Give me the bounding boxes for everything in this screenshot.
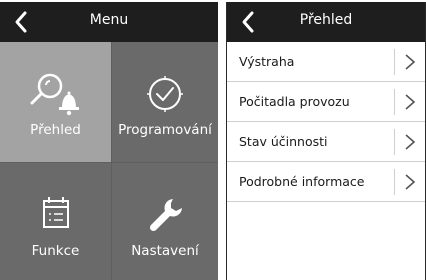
list-item-label: Stav účinnosti: [239, 134, 328, 149]
list-item-label: Podrobné informace: [239, 174, 365, 189]
calendar-list-icon: [42, 197, 69, 228]
tile-label: Přehled: [30, 122, 81, 138]
divider: [394, 169, 395, 195]
menu-header: Menu: [0, 2, 218, 42]
list-item-vystraha[interactable]: Výstraha: [227, 42, 425, 82]
clock-check-icon: [147, 76, 183, 112]
divider: [394, 129, 395, 155]
chevron-right-icon: [405, 94, 416, 110]
menu-title: Menu: [89, 12, 129, 28]
chevron-right-icon: [405, 54, 416, 70]
search-bell-icon: [30, 73, 79, 116]
list-item-label: Počitadla provozu: [239, 94, 350, 109]
list-item-podrobne-informace[interactable]: Podrobné informace: [227, 162, 425, 202]
tile-label: Programování: [118, 122, 212, 138]
chevron-right-icon: [405, 174, 416, 190]
chevron-right-icon: [405, 134, 416, 150]
menu-screen: Menu Přehled Programování Funkce Nastave…: [0, 2, 218, 280]
list-item-pocitadla[interactable]: Počitadla provozu: [227, 82, 425, 122]
tile-funkce[interactable]: Funkce: [0, 163, 111, 280]
prehled-header: Přehled: [227, 2, 425, 42]
prehled-list: Výstraha Počitadla provozu Stav účinnost…: [227, 42, 425, 202]
divider: [394, 49, 395, 75]
tile-label: Nastavení: [131, 243, 199, 259]
list-item-label: Výstraha: [239, 54, 295, 69]
prehled-screen: Přehled Výstraha Počitadla provozu Stav …: [226, 2, 426, 280]
divider: [394, 89, 395, 115]
tile-nastaveni[interactable]: Nastavení: [112, 163, 218, 280]
prehled-title: Přehled: [299, 12, 353, 28]
tile-programovani[interactable]: Programování: [112, 42, 218, 162]
list-item-stav-ucinnosti[interactable]: Stav účinnosti: [227, 122, 425, 162]
tile-label: Funkce: [31, 243, 80, 259]
tile-prehled[interactable]: Přehled: [0, 42, 111, 162]
wrench-icon: [149, 199, 182, 232]
